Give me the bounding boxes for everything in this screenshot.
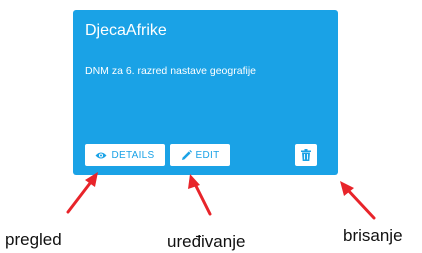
arrow-to-delete-icon bbox=[340, 181, 376, 220]
delete-button[interactable] bbox=[295, 144, 317, 166]
details-button[interactable]: DETAILS bbox=[85, 144, 165, 166]
details-label: DETAILS bbox=[111, 149, 155, 161]
caption-edit: uređivanje bbox=[167, 232, 246, 251]
card-title: DjecaAfrike bbox=[85, 22, 167, 39]
card-description: DNM za 6. razred nastave geografije bbox=[85, 65, 256, 77]
caption-delete: brisanje bbox=[343, 226, 403, 245]
edit-label: EDIT bbox=[195, 149, 220, 161]
arrow-to-details-icon bbox=[66, 172, 98, 214]
pencil-icon bbox=[181, 149, 192, 161]
activity-card: DjecaAfrike DNM za 6. razred nastave geo… bbox=[73, 10, 338, 175]
arrow-to-edit-icon bbox=[188, 174, 212, 216]
trash-icon bbox=[301, 149, 311, 161]
eye-icon bbox=[95, 151, 107, 160]
caption-details: pregled bbox=[5, 230, 62, 249]
edit-button[interactable]: EDIT bbox=[170, 144, 230, 166]
